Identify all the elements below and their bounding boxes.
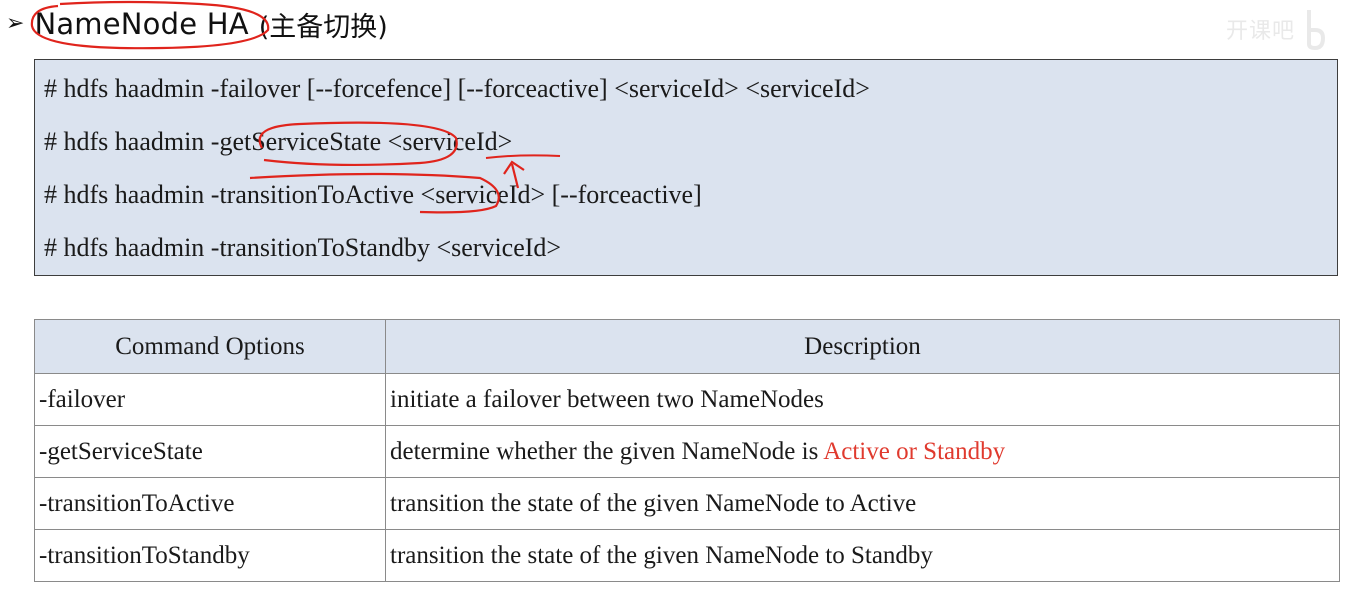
table-row: -failover initiate a failover between tw… — [34, 373, 1340, 426]
command-line-failover: # hdfs haadmin -failover [--forcefence] … — [44, 74, 870, 103]
description-highlight: Active or Standby — [823, 437, 1006, 465]
description-text: determine whether the given NameNode is — [390, 437, 824, 465]
command-line-transition-to-standby: # hdfs haadmin -transitionToStandby <ser… — [44, 233, 562, 262]
watermark: 开课吧 — [1226, 8, 1327, 50]
table-header-row: Command Options Description — [34, 319, 1340, 374]
description-text: transition the state of the given NameNo… — [390, 541, 933, 569]
command-line-get-service-state: # hdfs haadmin -getServiceState <service… — [44, 127, 513, 156]
column-header-command-options: Command Options — [34, 319, 386, 374]
b-logo-icon — [1307, 10, 1326, 50]
option-cell: -getServiceState — [34, 425, 386, 478]
slide-heading: ➢ NameNode HA (主备切换) — [6, 4, 388, 44]
description-cell: transition the state of the given NameNo… — [385, 477, 1340, 530]
description-text: transition the state of the given NameNo… — [390, 489, 917, 517]
description-text: initiate a failover between two NameNode… — [390, 385, 824, 413]
table-row: -transitionToStandby transition the stat… — [34, 529, 1340, 582]
option-cell: -transitionToActive — [34, 477, 386, 530]
column-header-description: Description — [385, 319, 1340, 374]
heading-subtitle: (主备切换) — [258, 11, 388, 43]
command-options-table: Command Options Description -failover in… — [34, 319, 1340, 582]
option-cell: -failover — [34, 373, 386, 426]
option-cell: -transitionToStandby — [34, 529, 386, 582]
slide: ➢ NameNode HA (主备切换) 开课吧 # hdfs haadmin … — [0, 0, 1347, 592]
description-cell: determine whether the given NameNode is … — [385, 425, 1340, 478]
table-row: -transitionToActive transition the state… — [34, 477, 1340, 530]
watermark-text: 开课吧 — [1225, 19, 1295, 44]
table-row: -getServiceState determine whether the g… — [34, 425, 1340, 478]
description-cell: transition the state of the given NameNo… — [385, 529, 1340, 582]
command-line-transition-to-active: # hdfs haadmin -transitionToActive <serv… — [44, 180, 702, 209]
heading-title: NameNode HA — [34, 7, 249, 41]
arrow-bullet-icon: ➢ — [6, 11, 25, 36]
description-cell: initiate a failover between two NameNode… — [385, 373, 1340, 426]
command-block: # hdfs haadmin -failover [--forcefence] … — [34, 59, 1338, 276]
